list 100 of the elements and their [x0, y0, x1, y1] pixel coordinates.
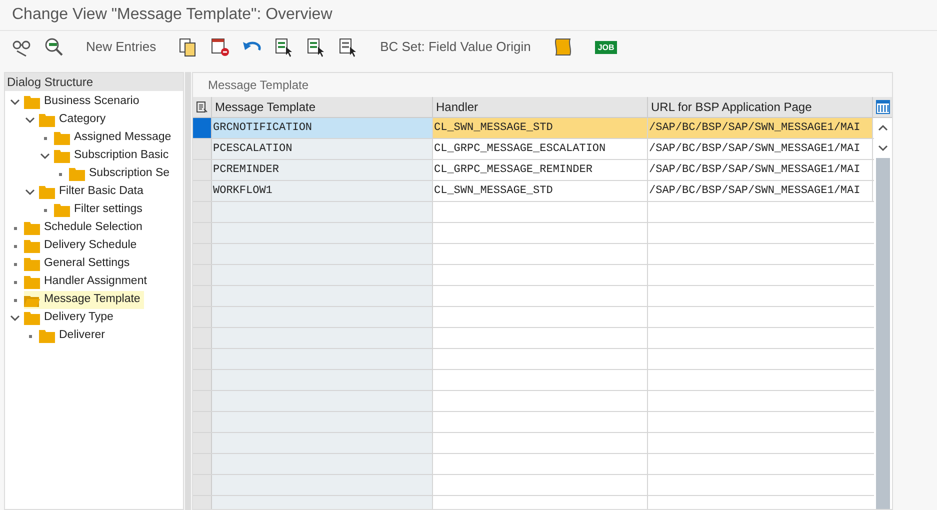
select-all-icon[interactable]	[274, 37, 294, 57]
table-cell[interactable]: CL_SWN_MESSAGE_STD	[433, 181, 648, 201]
open-folder-icon	[24, 294, 40, 306]
tree-item[interactable]: Assigned Message	[54, 129, 176, 147]
tree-item[interactable]: Filter settings	[54, 201, 146, 219]
tree-item[interactable]: Handler Assignment	[24, 273, 151, 291]
row-selector[interactable]	[193, 181, 212, 201]
tree-item[interactable]: Delivery Type	[24, 309, 118, 327]
table-cell[interactable]	[212, 244, 433, 264]
table-cell[interactable]: WORKFLOW1	[212, 181, 433, 201]
tree-item[interactable]: Category	[39, 111, 110, 129]
table-cell[interactable]	[212, 412, 433, 432]
column-layout-icon[interactable]	[876, 100, 890, 114]
row-selector[interactable]	[193, 412, 212, 432]
row-selector[interactable]	[193, 265, 212, 285]
folder-icon	[24, 258, 40, 270]
tree-item[interactable]: Filter Basic Data	[39, 183, 148, 201]
table-cell[interactable]	[212, 454, 433, 474]
deselect-all-icon[interactable]	[338, 37, 358, 57]
row-selector[interactable]	[193, 160, 212, 180]
bullet-icon	[44, 208, 46, 212]
bullet-icon	[44, 136, 46, 140]
folder-icon	[39, 114, 55, 126]
row-selector[interactable]	[193, 433, 212, 453]
chevron-down-icon[interactable]	[10, 314, 20, 322]
table-cell[interactable]: CL_GRPC_MESSAGE_REMINDER	[433, 160, 648, 180]
scroll-icon[interactable]	[552, 37, 573, 57]
folder-icon	[54, 150, 70, 162]
table-cell[interactable]: PCREMINDER	[212, 160, 433, 180]
table-cell[interactable]	[212, 370, 433, 390]
row-selector[interactable]	[193, 370, 212, 390]
table-cell[interactable]	[212, 223, 433, 243]
row-selector[interactable]	[193, 244, 212, 264]
table-cell[interactable]: /SAP/BC/BSP/SAP/SWN_MESSAGE1/MAI	[648, 160, 873, 180]
column-header[interactable]: Message Template	[212, 97, 433, 117]
column-header[interactable]: URL for BSP Application Page	[648, 97, 873, 117]
table-cell[interactable]	[212, 202, 433, 222]
bullet-icon	[14, 262, 16, 266]
bullet-icon	[14, 280, 16, 284]
delete-row-icon[interactable]	[210, 37, 230, 57]
folder-icon	[69, 168, 85, 180]
row-selector[interactable]	[193, 328, 212, 348]
table-cell[interactable]	[212, 328, 433, 348]
table-cell[interactable]	[212, 433, 433, 453]
table-cell[interactable]	[212, 349, 433, 369]
row-selector[interactable]	[193, 118, 212, 138]
table-cell[interactable]: /SAP/BC/BSP/SAP/SWN_MESSAGE1/MAI	[648, 181, 873, 201]
bullet-icon	[14, 226, 16, 230]
window-title: Change View "Message Template": Overview	[12, 5, 332, 25]
folder-icon	[24, 96, 40, 108]
table-cell[interactable]	[212, 286, 433, 306]
table-cell[interactable]: CL_GRPC_MESSAGE_ESCALATION	[433, 139, 648, 159]
tree-item[interactable]: Subscription Se	[69, 165, 174, 183]
scrollbar-thumb[interactable]	[876, 158, 890, 509]
table-cell[interactable]	[212, 265, 433, 285]
select-block-icon[interactable]	[306, 37, 326, 57]
table-cell[interactable]	[212, 307, 433, 327]
folder-icon	[24, 240, 40, 252]
folder-icon	[54, 204, 70, 216]
row-selector[interactable]	[193, 139, 212, 159]
folder-icon	[39, 330, 55, 342]
row-selector[interactable]	[193, 454, 212, 474]
table-cell[interactable]	[212, 391, 433, 411]
table-settings-icon[interactable]	[196, 101, 208, 113]
chevron-down-icon[interactable]	[25, 188, 35, 196]
row-selector[interactable]	[193, 202, 212, 222]
folder-icon	[54, 132, 70, 144]
tree-item[interactable]: Schedule Selection	[24, 219, 146, 237]
tree-item[interactable]: Subscription Basic	[54, 147, 173, 165]
job-button[interactable]: JOB	[594, 40, 618, 54]
row-selector[interactable]	[193, 286, 212, 306]
table-title: Message Template	[208, 77, 308, 94]
search-icon[interactable]	[44, 37, 64, 57]
bullet-icon	[58, 172, 62, 176]
tree-item[interactable]: General Settings	[24, 255, 134, 273]
tree-item[interactable]: Business Scenario	[24, 93, 144, 111]
chevron-down-icon[interactable]	[40, 152, 50, 160]
column-header[interactable]: Handler	[433, 97, 648, 117]
bc-set-button[interactable]: BC Set: Field Value Origin	[370, 37, 541, 57]
new-entries-button[interactable]: New Entries	[76, 37, 166, 57]
chevron-down-icon[interactable]	[25, 116, 35, 124]
chevron-down-icon[interactable]	[10, 98, 20, 106]
tree-item[interactable]: Message Template	[24, 291, 144, 309]
table-cell[interactable]	[212, 475, 433, 495]
table-cell[interactable]: CL_SWN_MESSAGE_STD	[433, 118, 648, 138]
row-selector[interactable]	[193, 391, 212, 411]
tree-item[interactable]: Deliverer	[39, 327, 110, 345]
folder-icon	[39, 186, 55, 198]
row-selector[interactable]	[193, 223, 212, 243]
table-cell[interactable]: /SAP/BC/BSP/SAP/SWN_MESSAGE1/MAI	[648, 118, 873, 138]
tree-item[interactable]: Delivery Schedule	[24, 237, 141, 255]
copy-icon[interactable]	[178, 37, 198, 57]
table-cell[interactable]: PCESCALATION	[212, 139, 433, 159]
panel-header: Dialog Structure	[5, 73, 183, 91]
table-cell[interactable]: /SAP/BC/BSP/SAP/SWN_MESSAGE1/MAI	[648, 139, 873, 159]
folder-icon	[24, 312, 40, 324]
row-selector[interactable]	[193, 349, 212, 369]
row-selector[interactable]	[193, 475, 212, 495]
row-selector[interactable]	[193, 307, 212, 327]
table-cell[interactable]: GRCNOTIFICATION	[212, 118, 433, 138]
